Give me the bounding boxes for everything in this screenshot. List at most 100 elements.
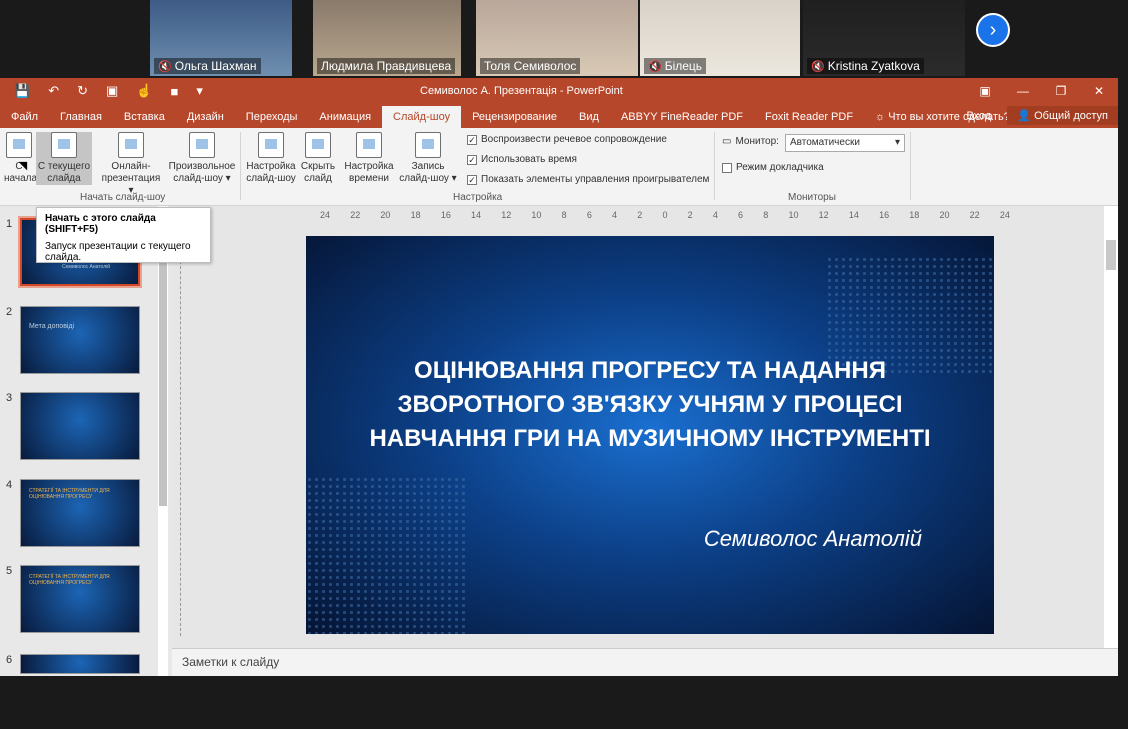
- monitor-icon: ▭: [722, 136, 732, 147]
- dropdown-arrow-icon: ▾: [894, 137, 900, 148]
- ruler-tick-label: 6: [738, 210, 744, 220]
- ruler-tick-label: 22: [969, 210, 980, 220]
- horizontal-ruler: 24 22 20 18 16 14 12 10 8 6 4 2 0 2 4 6 8 10 12 14 16 18 20 22 2…: [320, 210, 1010, 222]
- play-narrations-checkbox[interactable]: ✓ Воспроизвести речевое сопровождение: [467, 134, 667, 145]
- participant-tile-5[interactable]: 🔇 Kristina Zyatkova: [803, 0, 965, 76]
- ruler-tick-label: 8: [763, 210, 769, 220]
- participant-name: Людмила Правдивцева: [321, 59, 452, 73]
- show-media-controls-checkbox[interactable]: ✓ Показать элементы управления проигрыват…: [467, 174, 709, 185]
- from-current-slide-button[interactable]: С текущего слайда: [36, 132, 92, 185]
- ruler-tick-label: 12: [501, 210, 512, 220]
- window-title: Семиволос А. Презентація - PowerPoint: [420, 85, 623, 97]
- tab-home[interactable]: Главная: [49, 106, 113, 128]
- mic-off-icon: 🔇: [158, 60, 172, 73]
- ruler-tick-label: 18: [909, 210, 920, 220]
- share-button[interactable]: 👤 Общий доступ: [1007, 106, 1118, 125]
- touch-mode-icon[interactable]: ☝: [136, 83, 152, 99]
- presenter-view-checkbox[interactable]: Режим докладчика: [722, 162, 824, 173]
- tab-review[interactable]: Рецензирование: [461, 106, 568, 128]
- tooltip-title: Начать с этого слайда (SHIFT+F5): [45, 213, 156, 235]
- slide-thumbnail[interactable]: [20, 654, 140, 674]
- redo-icon[interactable]: ↻: [77, 83, 88, 99]
- tab-file[interactable]: Файл: [0, 106, 49, 128]
- slide-editor: 24 22 20 18 16 14 12 10 8 6 4 2 0 2 4 6 8 10 12 14 16 18 20 22 2…: [172, 206, 1118, 648]
- ribbon-slideshow: С начала С текущего слайда Онлайн-презен…: [0, 128, 1118, 206]
- setup-icon: [258, 132, 284, 158]
- notes-pane[interactable]: Заметки к слайду: [172, 648, 1118, 676]
- tab-insert[interactable]: Вставка: [113, 106, 176, 128]
- thumbnail-row[interactable]: 3: [4, 392, 154, 467]
- record-slideshow-button[interactable]: Запись слайд-шоу ▾: [396, 132, 460, 185]
- slide-thumbnail[interactable]: СТРАТЕГІЇ ТА ІНСТРУМЕНТИ ДЛЯ ОЦІНЮВАННЯ …: [20, 565, 140, 633]
- hide-slide-button[interactable]: Скрыть слайд: [298, 132, 338, 185]
- thumbnail-row[interactable]: 6: [4, 654, 154, 729]
- tooltip: Начать с этого слайда (SHIFT+F5) Запуск …: [36, 207, 211, 263]
- slide-thumbnail[interactable]: [20, 392, 140, 460]
- online-presentation-button[interactable]: Онлайн-презентация ▾: [98, 132, 164, 197]
- monitor-label: ▭ Монитор:: [722, 136, 779, 147]
- ruler-tick-label: 18: [410, 210, 421, 220]
- tab-design[interactable]: Дизайн: [176, 106, 235, 128]
- ruler-tick-label: 16: [879, 210, 890, 220]
- ruler-tick-label: 14: [471, 210, 482, 220]
- slide-author[interactable]: Семиволос Анатолій: [704, 526, 922, 552]
- close-icon[interactable]: ✕: [1080, 78, 1118, 104]
- slide-thumbnails-pane: 1 Семиволос Анатолій 2 Мета доповіді 3 4…: [0, 206, 172, 676]
- from-start-button[interactable]: С начала: [4, 132, 37, 185]
- title-bar: 💾 ↶ ↻ ▣ ☝ ■ ▾ Семиволос А. Презентація -…: [0, 78, 1118, 104]
- dot-pattern-decoration: [306, 476, 466, 634]
- play-current-icon: [51, 132, 77, 158]
- ruler-tick-label: 20: [380, 210, 391, 220]
- participant-tile-3[interactable]: Толя Семиволос: [476, 0, 638, 76]
- tab-foxit[interactable]: Foxit Reader PDF: [754, 106, 864, 128]
- custom-slideshow-button[interactable]: Произвольное слайд-шоу ▾: [166, 132, 238, 185]
- monitor-select[interactable]: Автоматически ▾: [785, 134, 905, 152]
- color-icon[interactable]: ■: [170, 84, 178, 99]
- tab-view[interactable]: Вид: [568, 106, 610, 128]
- use-timings-checkbox[interactable]: ✓ Использовать время: [467, 154, 577, 165]
- participant-tile-2[interactable]: Людмила Правдивцева: [313, 0, 461, 76]
- thumbnails-scrollbar[interactable]: [158, 206, 168, 676]
- setup-slideshow-button[interactable]: Настройка слайд-шоу: [244, 132, 298, 185]
- participant-tile-1[interactable]: 🔇 Ольга Шахман: [150, 0, 292, 76]
- tab-transitions[interactable]: Переходы: [235, 106, 309, 128]
- ruler-tick-label: 2: [637, 210, 643, 220]
- ruler-tick-label: 24: [999, 210, 1010, 220]
- tab-slideshow[interactable]: Слайд-шоу: [382, 106, 462, 128]
- current-slide[interactable]: ОЦІНЮВАННЯ ПРОГРЕСУ ТА НАДАННЯ ЗВОРОТНОГ…: [306, 236, 994, 634]
- restore-icon[interactable]: ❐: [1042, 78, 1080, 104]
- ruler-tick-label: 2: [687, 210, 693, 220]
- minimize-icon[interactable]: —: [1004, 78, 1042, 104]
- save-icon[interactable]: 💾: [14, 83, 30, 99]
- record-icon: [415, 132, 441, 158]
- customize-toolbar-icon[interactable]: ▾: [196, 83, 203, 99]
- slide-title[interactable]: ОЦІНЮВАННЯ ПРОГРЕСУ ТА НАДАННЯ ЗВОРОТНОГ…: [366, 354, 934, 456]
- next-participants-button[interactable]: ›: [976, 13, 1010, 47]
- thumbnail-row[interactable]: 5 СТРАТЕГІЇ ТА ІНСТРУМЕНТИ ДЛЯ ОЦІНЮВАНН…: [4, 565, 154, 640]
- ruler-tick-label: 10: [788, 210, 799, 220]
- ruler-tick-label: 8: [561, 210, 567, 220]
- tab-abbyy[interactable]: ABBYY FineReader PDF: [610, 106, 754, 128]
- group-label-start: Начать слайд-шоу: [80, 192, 166, 203]
- editor-scrollbar[interactable]: [1104, 206, 1118, 648]
- slide-thumbnail[interactable]: Мета доповіді: [20, 306, 140, 374]
- video-participants-strip: 🔇 Ольга Шахман Людмила Правдивцева Толя С…: [0, 0, 1128, 78]
- participant-name: Kristina Zyatkova: [827, 59, 920, 73]
- timer-icon: [356, 132, 382, 158]
- sign-in-link[interactable]: Вход: [958, 110, 999, 122]
- window-controls: ▣ — ❐ ✕: [966, 78, 1118, 104]
- ruler-tick-label: 24: [320, 210, 331, 220]
- presentation-icon[interactable]: ▣: [106, 83, 118, 99]
- participant-tile-4[interactable]: 🔇 Білець: [640, 0, 800, 76]
- undo-icon[interactable]: ↶: [48, 83, 59, 99]
- ruler-tick-label: 10: [531, 210, 542, 220]
- ribbon-display-icon[interactable]: ▣: [966, 78, 1004, 104]
- slide-thumbnail[interactable]: СТРАТЕГІЇ ТА ІНСТРУМЕНТИ ДЛЯ ОЦІНЮВАННЯ …: [20, 479, 140, 547]
- ribbon-tabs: Файл Главная Вставка Дизайн Переходы Ани…: [0, 104, 1118, 128]
- thumbnail-row[interactable]: 4 СТРАТЕГІЇ ТА ІНСТРУМЕНТИ ДЛЯ ОЦІНЮВАНН…: [4, 479, 154, 554]
- tab-animations[interactable]: Анимация: [308, 106, 382, 128]
- ruler-tick-label: 22: [350, 210, 361, 220]
- lightbulb-icon: ☼: [875, 111, 886, 123]
- thumbnail-row[interactable]: 2 Мета доповіді: [4, 306, 154, 381]
- rehearse-timings-button[interactable]: Настройка времени: [342, 132, 396, 185]
